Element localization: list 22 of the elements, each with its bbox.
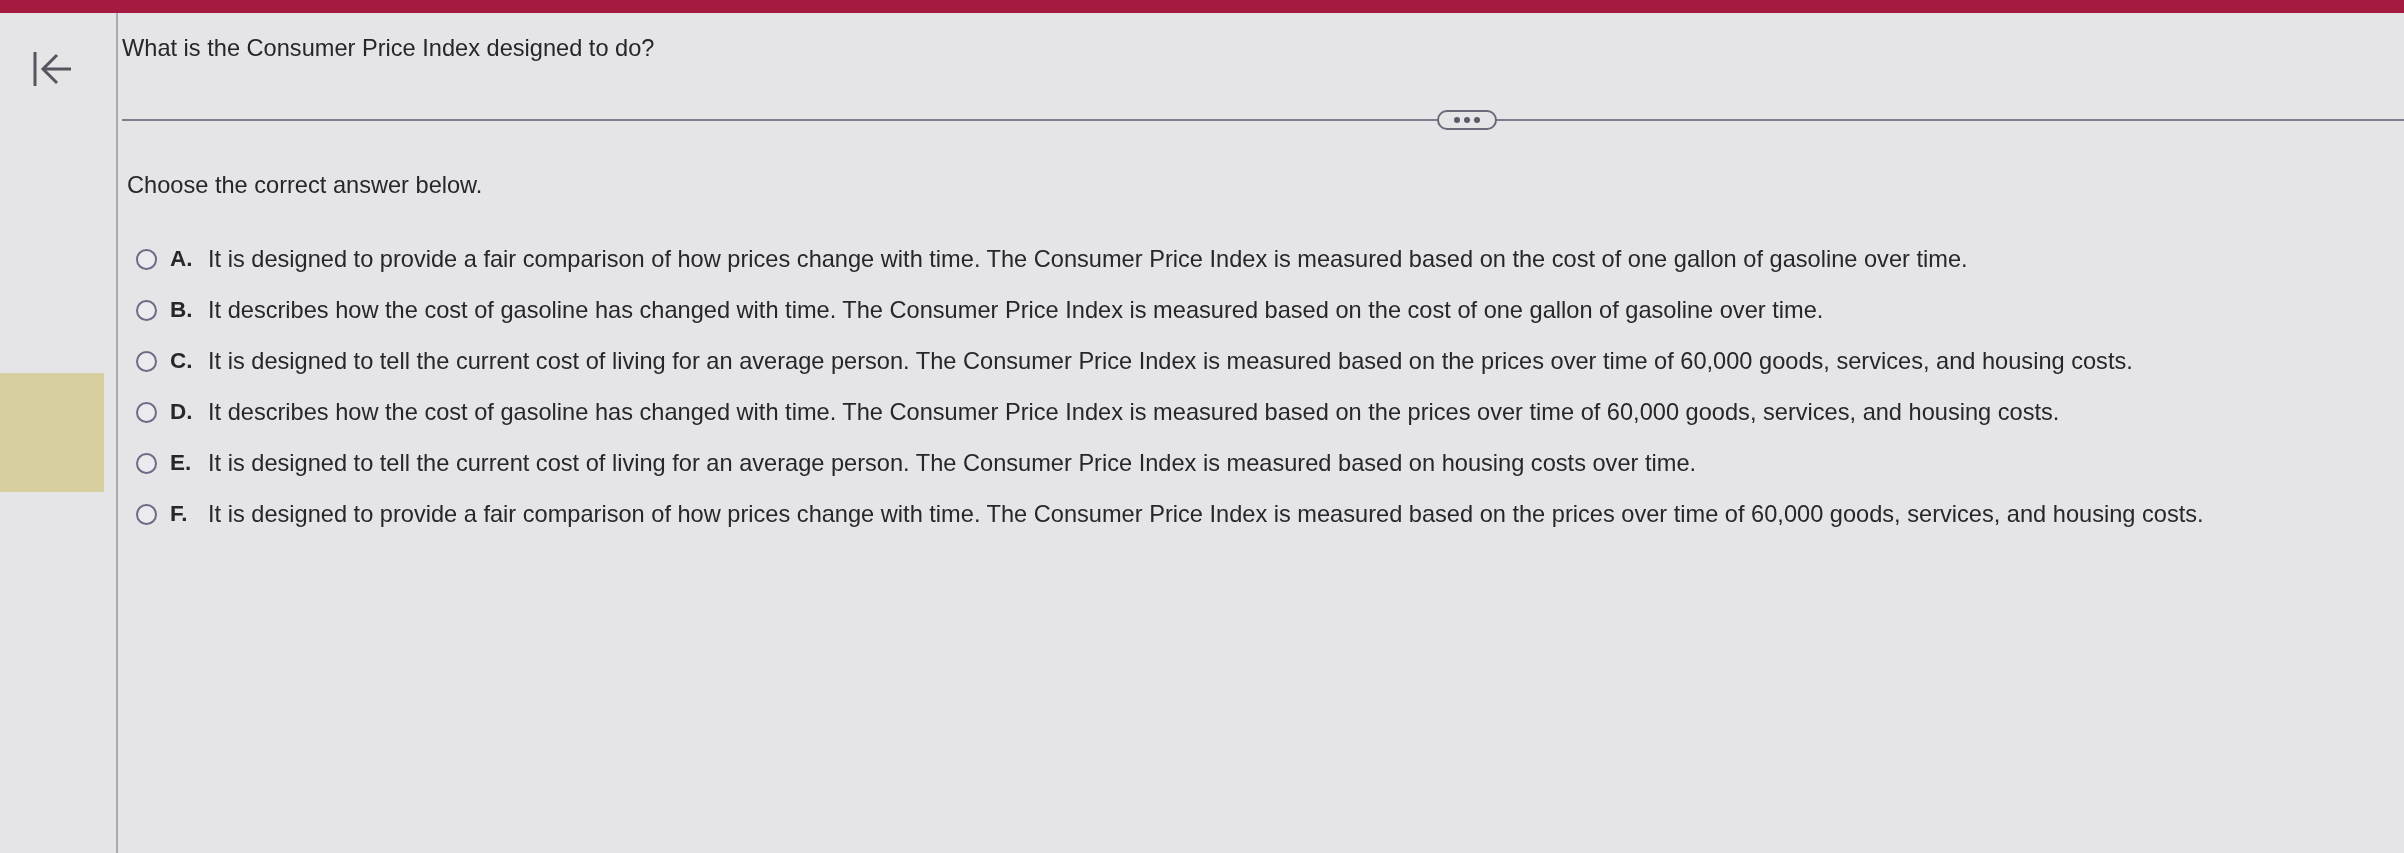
radio-button[interactable]: [136, 350, 157, 372]
ellipsis-icon: [1454, 117, 1480, 123]
option-letter: E.: [170, 449, 193, 477]
option-text: It describes how the cost of gasoline has changed with time. The Consumer Price Index is measured based on the prices over time of 60,000 goods, services, and housing costs.: [208, 398, 2060, 427]
option-letter: A.: [170, 245, 194, 273]
instruction-text: Choose the correct answer below.: [127, 171, 483, 200]
option-letter: B.: [170, 296, 194, 324]
radio-button[interactable]: [136, 299, 157, 321]
option-letter: D.: [170, 398, 194, 426]
radio-button[interactable]: [136, 248, 157, 270]
option-letter: F.: [170, 500, 189, 528]
option-text: It describes how the cost of gasoline has changed with time. The Consumer Price Index is measured based on the cost of one gallon of gasoline over time.: [208, 296, 1824, 325]
question-text: What is the Consumer Price Index designed to do?: [122, 34, 655, 63]
radio-button[interactable]: [136, 452, 157, 474]
more-button[interactable]: [1437, 110, 1497, 130]
option-text: It is designed to provide a fair comparison of how prices change with time. The Consumer Price Index is measured based on the cost of one gallon of gasoline over time.: [208, 245, 1968, 274]
radio-button[interactable]: [136, 401, 157, 423]
radio-button[interactable]: [136, 503, 157, 525]
option-text: It is designed to provide a fair comparison of how prices change with time. The Consumer Price Index is measured based on the prices over time of 60,000 goods, services, and housing costs.: [208, 500, 2204, 529]
option-text: It is designed to tell the current cost of living for an average person. The Consumer Price Index is measured based on the prices over time of 60,000 goods, services, and housing costs.: [208, 347, 2133, 376]
option-letter: C.: [170, 347, 194, 375]
option-text: It is designed to tell the current cost of living for an average person. The Consumer Price Index is measured based on housing costs over time.: [208, 449, 1697, 478]
